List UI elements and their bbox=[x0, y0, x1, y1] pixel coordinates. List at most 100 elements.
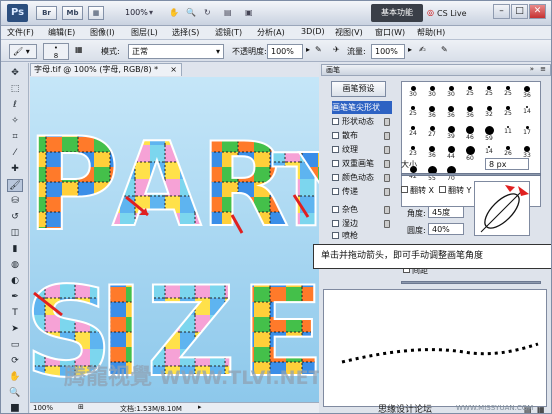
status-arrow-icon[interactable]: ▸ bbox=[198, 403, 202, 411]
clone-stamp-icon[interactable]: ⛁ bbox=[7, 195, 23, 208]
brush-tip-13[interactable]: 14 bbox=[519, 104, 535, 124]
document-tab[interactable]: 字母.tif @ 100% (字母, RGB/8) * × bbox=[30, 63, 182, 76]
menu-layer[interactable]: 图层(L) bbox=[131, 27, 158, 38]
menu-image[interactable]: 图像(I) bbox=[90, 27, 115, 38]
zoom-level[interactable]: 100% bbox=[125, 8, 148, 17]
brush-tip-7[interactable]: 25 bbox=[405, 104, 421, 124]
brush-tip-18[interactable]: 59 bbox=[481, 124, 497, 144]
checkbox[interactable] bbox=[332, 220, 339, 227]
pressure-size-icon[interactable]: ✎ bbox=[441, 45, 448, 54]
menu-analysis[interactable]: 分析(A) bbox=[257, 27, 285, 38]
gradient-icon[interactable]: ▮ bbox=[7, 243, 23, 256]
checkbox[interactable] bbox=[332, 206, 339, 213]
airbrush-icon[interactable]: ✈ bbox=[333, 45, 340, 54]
brush-tip-6[interactable]: 36 bbox=[519, 84, 535, 104]
mode-select[interactable]: 正常 ▾ bbox=[128, 44, 224, 59]
lock-icon[interactable] bbox=[384, 174, 390, 182]
opacity-arrow-icon[interactable]: ▸ bbox=[306, 45, 310, 54]
minimize-button[interactable]: – bbox=[493, 4, 510, 19]
close-icon[interactable]: × bbox=[170, 64, 177, 76]
lasso-tool-icon[interactable]: ℓ bbox=[7, 99, 23, 112]
panel-menu-icon[interactable]: ≡ bbox=[540, 65, 546, 73]
cs-live-label[interactable]: CS Live bbox=[437, 9, 467, 18]
brush-size-picker[interactable]: • 8 bbox=[43, 43, 69, 60]
brush-tip-11[interactable]: 32 bbox=[481, 104, 497, 124]
maximize-button[interactable]: □ bbox=[511, 4, 528, 19]
status-menu-icon[interactable]: ⊞ bbox=[78, 403, 84, 411]
eraser-icon[interactable]: ◫ bbox=[7, 227, 23, 240]
lock-icon[interactable] bbox=[384, 146, 390, 154]
menu-3d[interactable]: 3D(D) bbox=[301, 27, 325, 36]
color-swatches-icon[interactable]: ◼ bbox=[7, 401, 23, 414]
quick-select-icon[interactable]: ✧ bbox=[7, 115, 23, 128]
brush-panel-toggle-icon[interactable]: ▦ bbox=[75, 45, 83, 54]
hand-tool-icon[interactable]: ✋ bbox=[7, 371, 23, 384]
lock-icon[interactable] bbox=[384, 220, 390, 228]
crop-tool-icon[interactable]: ⌗ bbox=[7, 131, 23, 144]
option-airbrush[interactable]: 喷枪 bbox=[332, 229, 392, 242]
option-scattering[interactable]: 散布 bbox=[332, 129, 392, 142]
workspace-switcher[interactable]: 基本功能 bbox=[371, 4, 423, 22]
brush-preset-button[interactable]: 画笔预设 bbox=[331, 81, 386, 97]
shape-tool-icon[interactable]: ▭ bbox=[7, 339, 23, 352]
zoom-icon[interactable]: 🔍 bbox=[186, 8, 196, 17]
roundness-input[interactable]: 40% bbox=[428, 223, 464, 235]
brush-tip-22[interactable]: 36 bbox=[424, 144, 440, 164]
brush-tip-8[interactable]: 36 bbox=[424, 104, 440, 124]
brush-tip-12[interactable]: 25 bbox=[500, 104, 516, 124]
airbrush-toggle-icon[interactable]: ✍ bbox=[419, 45, 426, 54]
brush-tip-1[interactable]: 30 bbox=[424, 84, 440, 104]
option-noise[interactable]: 杂色 bbox=[332, 203, 392, 216]
checkbox[interactable] bbox=[332, 160, 339, 167]
checkbox[interactable] bbox=[332, 132, 339, 139]
brush-tip-10[interactable]: 36 bbox=[462, 104, 478, 124]
3d-rotate-icon[interactable]: ⟳ bbox=[7, 355, 23, 368]
opacity-input[interactable]: 100% bbox=[267, 44, 303, 59]
checkbox[interactable] bbox=[332, 174, 339, 181]
flip-y-checkbox[interactable]: 翻转 Y bbox=[439, 185, 471, 196]
size-slider[interactable] bbox=[401, 173, 541, 176]
document-canvas[interactable]: P A R T Y S I Z E 腾龍视覺 WWW.TLVI.NET bbox=[30, 77, 319, 402]
dodge-tool-icon[interactable]: ◐ bbox=[7, 275, 23, 288]
flip-x-checkbox[interactable]: 翻转 X bbox=[401, 185, 434, 196]
brush-tip-16[interactable]: 39 bbox=[443, 124, 459, 144]
flow-input[interactable]: 100% bbox=[371, 44, 405, 59]
option-shape-dynamics[interactable]: 形状动态 bbox=[332, 115, 392, 128]
option-brush-tip-shape[interactable]: 画笔笔尖形状 bbox=[332, 101, 392, 114]
checkbox[interactable] bbox=[332, 188, 339, 195]
brush-tip-17[interactable]: 46 bbox=[462, 124, 478, 144]
brush-tip-20[interactable]: 17 bbox=[519, 124, 535, 144]
pressure-opacity-icon[interactable]: ✎ bbox=[315, 45, 322, 54]
size-input[interactable]: 8 px bbox=[485, 158, 529, 170]
lock-icon[interactable] bbox=[384, 206, 390, 214]
healing-brush-icon[interactable]: ✚ bbox=[7, 163, 23, 176]
type-tool-icon[interactable]: T bbox=[7, 307, 23, 320]
status-zoom[interactable]: 100% bbox=[33, 404, 53, 412]
brush-tip-5[interactable]: 25 bbox=[500, 84, 516, 104]
spacing-slider[interactable] bbox=[401, 281, 541, 284]
menu-window[interactable]: 窗口(W) bbox=[375, 27, 405, 38]
option-texture[interactable]: 纹理 bbox=[332, 143, 392, 156]
menu-view[interactable]: 视图(V) bbox=[335, 27, 363, 38]
option-dual-brush[interactable]: 双重画笔 bbox=[332, 157, 392, 170]
menu-filter[interactable]: 滤镜(T) bbox=[215, 27, 242, 38]
marquee-tool-icon[interactable]: ⬚ bbox=[7, 83, 23, 96]
view-extras-button[interactable]: ▦ bbox=[88, 6, 104, 20]
brush-tip-24[interactable]: 60 bbox=[462, 144, 478, 164]
brush-tip-4[interactable]: 25 bbox=[481, 84, 497, 104]
hand-icon[interactable]: ✋ bbox=[169, 8, 179, 17]
menu-edit[interactable]: 编辑(E) bbox=[48, 27, 75, 38]
brush-tip-0[interactable]: 30 bbox=[405, 84, 421, 104]
menu-file[interactable]: 文件(F) bbox=[7, 27, 34, 38]
brush-tip-19[interactable]: 11 bbox=[500, 124, 516, 144]
angle-input[interactable]: 45度 bbox=[428, 206, 464, 218]
collapse-icon[interactable]: » bbox=[530, 65, 534, 73]
brush-tool-icon[interactable]: 🖌 bbox=[7, 179, 23, 192]
option-transfer[interactable]: 传递 bbox=[332, 185, 392, 198]
bridge-button[interactable]: Br bbox=[36, 6, 57, 20]
angle-preview[interactable] bbox=[474, 181, 530, 236]
minibridge-button[interactable]: Mb bbox=[62, 6, 83, 20]
brush-tip-9[interactable]: 36 bbox=[443, 104, 459, 124]
zoom-dropdown-icon[interactable]: ▾ bbox=[149, 8, 153, 17]
brush-tip-2[interactable]: 30 bbox=[443, 84, 459, 104]
